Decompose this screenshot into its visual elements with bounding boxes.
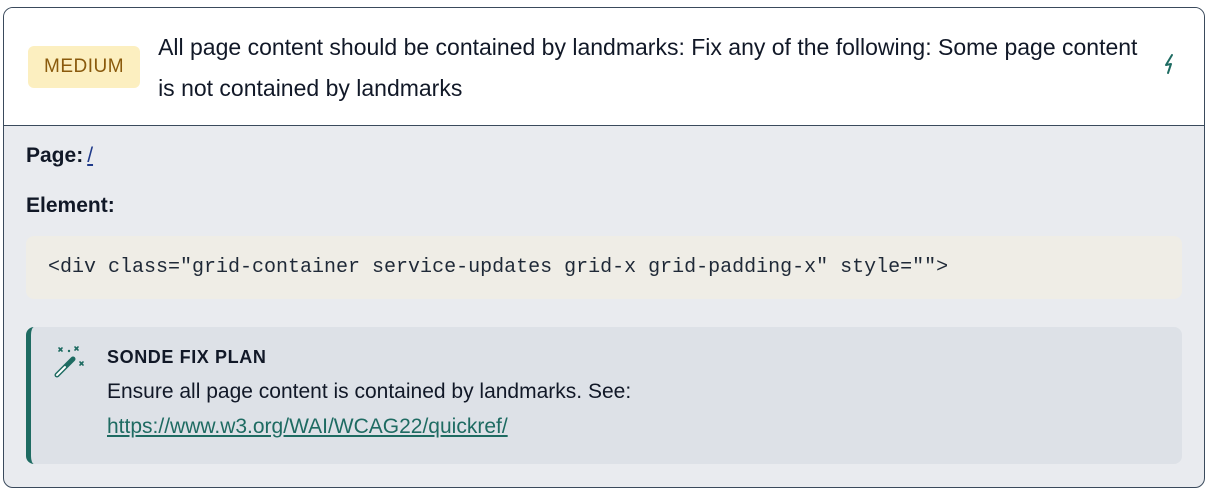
issue-card: MEDIUM All page content should be contai… xyxy=(3,7,1205,488)
element-label: Element: xyxy=(26,194,115,217)
bolt-icon[interactable] xyxy=(1140,52,1180,81)
element-code-block: <div class="grid-container service-updat… xyxy=(26,236,1182,299)
page-row: Page: / xyxy=(26,144,1182,168)
element-row: Element: xyxy=(26,194,1182,218)
magic-wand-icon xyxy=(51,343,107,464)
fix-plan-heading: SONDE FIX PLAN xyxy=(107,347,267,367)
fix-plan-link[interactable]: https://www.w3.org/WAI/WCAG22/quickref/ xyxy=(107,415,508,438)
element-code: <div class="grid-container service-updat… xyxy=(48,256,949,279)
issue-details: Page: / Element: <div class="grid-contain… xyxy=(4,126,1204,464)
issue-title: All page content should be contained by … xyxy=(158,33,1138,101)
page-label: Page: xyxy=(26,144,84,167)
fix-plan-text: Ensure all page content is contained by … xyxy=(107,380,632,403)
fix-plan: SONDE FIX PLAN Ensure all page content i… xyxy=(26,327,1182,464)
issue-header[interactable]: MEDIUM All page content should be contai… xyxy=(4,8,1204,126)
severity-badge: MEDIUM xyxy=(28,45,141,88)
fix-plan-description: Ensure all page content is contained by … xyxy=(107,374,1162,444)
page-link[interactable]: / xyxy=(87,144,93,167)
